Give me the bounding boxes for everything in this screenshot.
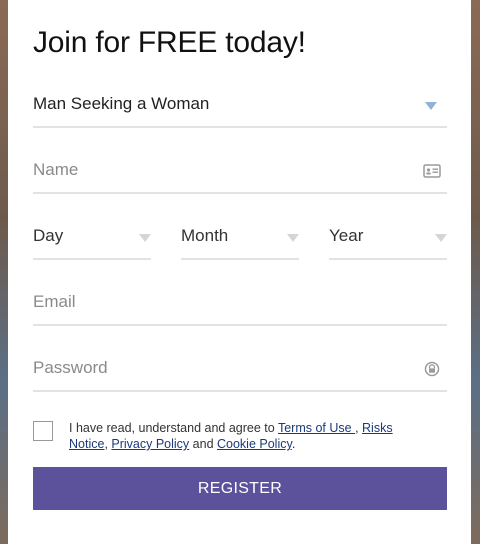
- chevron-down-icon: [425, 102, 437, 110]
- birth-year-select[interactable]: Year: [329, 218, 447, 260]
- lock-eye-icon[interactable]: [423, 360, 441, 378]
- cookie-policy-link[interactable]: Cookie Policy: [217, 437, 292, 451]
- privacy-policy-link[interactable]: Privacy Policy: [111, 437, 189, 451]
- birth-year-label: Year: [329, 226, 364, 245]
- terms-text: I have read, understand and agree to Ter…: [69, 420, 429, 452]
- terms-and: and: [189, 437, 217, 451]
- name-input[interactable]: Name: [33, 152, 447, 194]
- chevron-down-icon: [139, 234, 151, 242]
- seeking-select[interactable]: Man Seeking a Woman: [33, 86, 447, 128]
- terms-of-use-link[interactable]: Terms of Use: [278, 421, 355, 435]
- registration-card: Join for FREE today! Man Seeking a Woman…: [8, 0, 471, 544]
- birth-month-select[interactable]: Month: [181, 218, 299, 260]
- birth-month-label: Month: [181, 226, 229, 245]
- terms-separator: ,: [355, 421, 363, 435]
- birth-day-label: Day: [33, 226, 64, 245]
- email-input-placeholder: Email: [33, 292, 76, 311]
- password-input-placeholder: Password: [33, 358, 108, 377]
- terms-checkbox[interactable]: [33, 421, 53, 441]
- terms-end: .: [291, 437, 296, 451]
- birth-day-select[interactable]: Day: [33, 218, 151, 260]
- name-input-placeholder: Name: [33, 160, 79, 179]
- form-title: Join for FREE today!: [33, 26, 306, 59]
- id-card-icon: [423, 162, 441, 180]
- chevron-down-icon: [287, 234, 299, 242]
- chevron-down-icon: [435, 234, 447, 242]
- seeking-select-value: Man Seeking a Woman: [33, 94, 210, 113]
- register-button[interactable]: REGISTER: [33, 467, 447, 510]
- terms-text-prefix: I have read, understand and agree to: [69, 421, 278, 435]
- password-input[interactable]: Password: [33, 350, 447, 392]
- email-input[interactable]: Email: [33, 284, 447, 326]
